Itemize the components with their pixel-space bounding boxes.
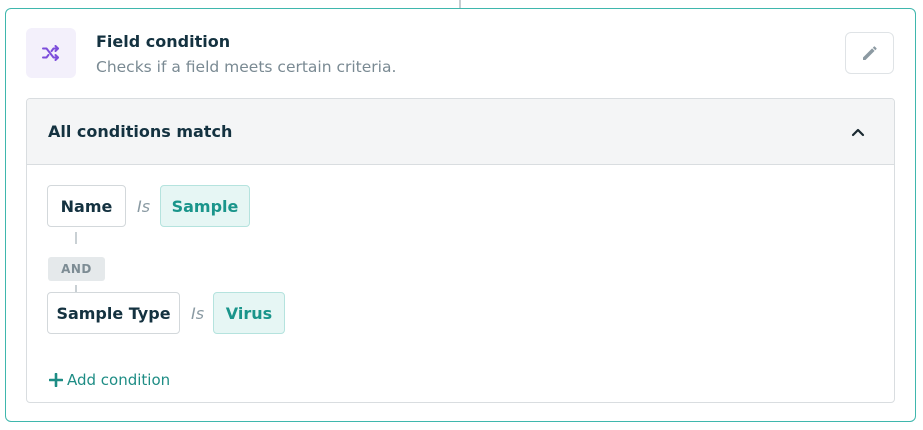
shuffle-icon <box>42 45 59 61</box>
pencil-icon <box>862 46 877 60</box>
and-badge: AND <box>48 257 105 281</box>
add-condition-button[interactable]: Add condition <box>49 371 170 389</box>
field-condition-card: Field condition Checks if a field meets … <box>5 8 916 422</box>
condition-value-pill[interactable]: Sample <box>160 185 250 227</box>
top-connector-line <box>459 0 461 8</box>
condition-operator[interactable]: Is <box>191 304 204 323</box>
step-subtitle: Checks if a field meets certain criteria… <box>96 58 397 76</box>
condition-operator[interactable]: Is <box>137 197 150 216</box>
step-icon-tile <box>26 28 76 78</box>
and-connector-line <box>75 232 77 244</box>
step-title: Field condition <box>96 32 231 51</box>
chevron-up-icon[interactable] <box>850 124 866 140</box>
plus-icon <box>49 373 63 387</box>
group-match-label: All conditions match <box>48 122 233 141</box>
add-condition-label: Add condition <box>67 371 171 389</box>
edit-button[interactable] <box>845 32 894 74</box>
condition-field-pill[interactable]: Name <box>47 185 126 227</box>
condition-group-header[interactable]: All conditions match <box>27 99 894 165</box>
condition-field-pill[interactable]: Sample Type <box>47 292 180 334</box>
condition-value-pill[interactable]: Virus <box>213 292 285 334</box>
condition-group: All conditions match Name Is Sample AND … <box>26 98 895 403</box>
